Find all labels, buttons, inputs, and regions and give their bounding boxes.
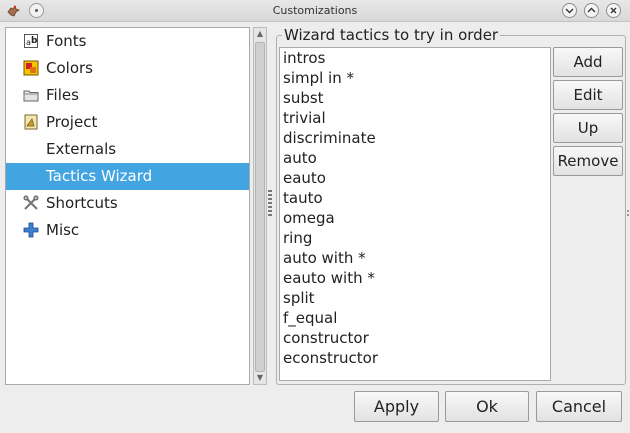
list-item[interactable]: split xyxy=(280,288,550,308)
sidebar-item-label: Misc xyxy=(46,221,80,239)
close-button[interactable] xyxy=(606,3,621,18)
scrollbar-thumb[interactable] xyxy=(255,42,265,372)
folder-icon xyxy=(23,90,39,102)
list-item[interactable]: trivial xyxy=(280,108,550,128)
sidebar-item-misc[interactable]: Misc xyxy=(6,217,249,244)
list-item[interactable]: subst xyxy=(280,88,550,108)
list-item[interactable]: auto xyxy=(280,148,550,168)
tactics-list[interactable]: intros simpl in * subst trivial discrimi… xyxy=(279,47,551,381)
apply-button[interactable]: Apply xyxy=(354,391,439,422)
scroll-up-icon[interactable]: ▲ xyxy=(254,28,266,40)
chevron-up-icon xyxy=(587,7,596,13)
title-bar: Customizations xyxy=(0,0,630,22)
splitter-grip-icon[interactable] xyxy=(268,190,272,218)
up-button[interactable]: Up xyxy=(553,113,623,143)
sidebar-item-externals[interactable]: Externals xyxy=(6,136,249,163)
sidebar-item-colors[interactable]: Colors xyxy=(6,55,249,82)
list-item[interactable]: eauto with * xyxy=(280,268,550,288)
sidebar-item-project[interactable]: Project xyxy=(6,109,249,136)
remove-button[interactable]: Remove xyxy=(553,146,623,176)
project-icon xyxy=(24,114,38,130)
plus-icon xyxy=(23,222,39,238)
list-item[interactable]: tauto xyxy=(280,188,550,208)
add-button[interactable]: Add xyxy=(553,47,623,77)
list-item[interactable]: econstructor xyxy=(280,348,550,368)
list-item[interactable]: intros xyxy=(280,48,550,68)
sidebar-item-label: Project xyxy=(46,113,98,131)
vertical-scrollbar[interactable]: ▲ ▼ xyxy=(253,27,267,385)
sidebar-item-label: Tactics Wizard xyxy=(46,167,153,185)
sidebar-item-label: Shortcuts xyxy=(46,194,118,212)
splitter[interactable]: ▲ ▼ xyxy=(251,27,269,385)
sidebar-item-fonts[interactable]: a b Fonts xyxy=(6,28,249,55)
minimize-button[interactable] xyxy=(562,3,577,18)
list-item[interactable]: omega xyxy=(280,208,550,228)
resize-grip-icon[interactable] xyxy=(627,210,629,218)
list-item[interactable]: constructor xyxy=(280,328,550,348)
sidebar-item-label: Fonts xyxy=(46,32,87,50)
cancel-button[interactable]: Cancel xyxy=(536,391,622,422)
chevron-down-icon xyxy=(565,8,574,14)
sidebar-item-label: Externals xyxy=(46,140,117,158)
sidebar-item-label: Colors xyxy=(46,59,93,77)
list-item[interactable]: simpl in * xyxy=(280,68,550,88)
sidebar-item-files[interactable]: Files xyxy=(6,82,249,109)
window-title: Customizations xyxy=(272,4,358,17)
category-list[interactable]: a b Fonts Colors Files Project Externals… xyxy=(5,27,250,385)
sidebar-item-tactics-wizard[interactable]: Tactics Wizard xyxy=(6,163,249,190)
group-title: Wizard tactics to try in order xyxy=(282,26,501,44)
maximize-button[interactable] xyxy=(584,3,599,18)
sidebar-item-label: Files xyxy=(46,86,79,104)
edit-button[interactable]: Edit xyxy=(553,80,623,110)
list-item[interactable]: eauto xyxy=(280,168,550,188)
list-item[interactable]: auto with * xyxy=(280,248,550,268)
ok-button[interactable]: Ok xyxy=(445,391,529,422)
list-item[interactable]: f_equal xyxy=(280,308,550,328)
sidebar-item-shortcuts[interactable]: Shortcuts xyxy=(6,190,249,217)
scroll-down-icon[interactable]: ▼ xyxy=(254,372,266,384)
svg-text:b: b xyxy=(31,36,38,46)
list-item[interactable]: discriminate xyxy=(280,128,550,148)
shortcuts-icon xyxy=(23,195,39,210)
fonts-icon: a b xyxy=(24,34,38,48)
colors-icon xyxy=(23,60,39,76)
close-icon xyxy=(610,7,617,14)
list-item[interactable]: ring xyxy=(280,228,550,248)
